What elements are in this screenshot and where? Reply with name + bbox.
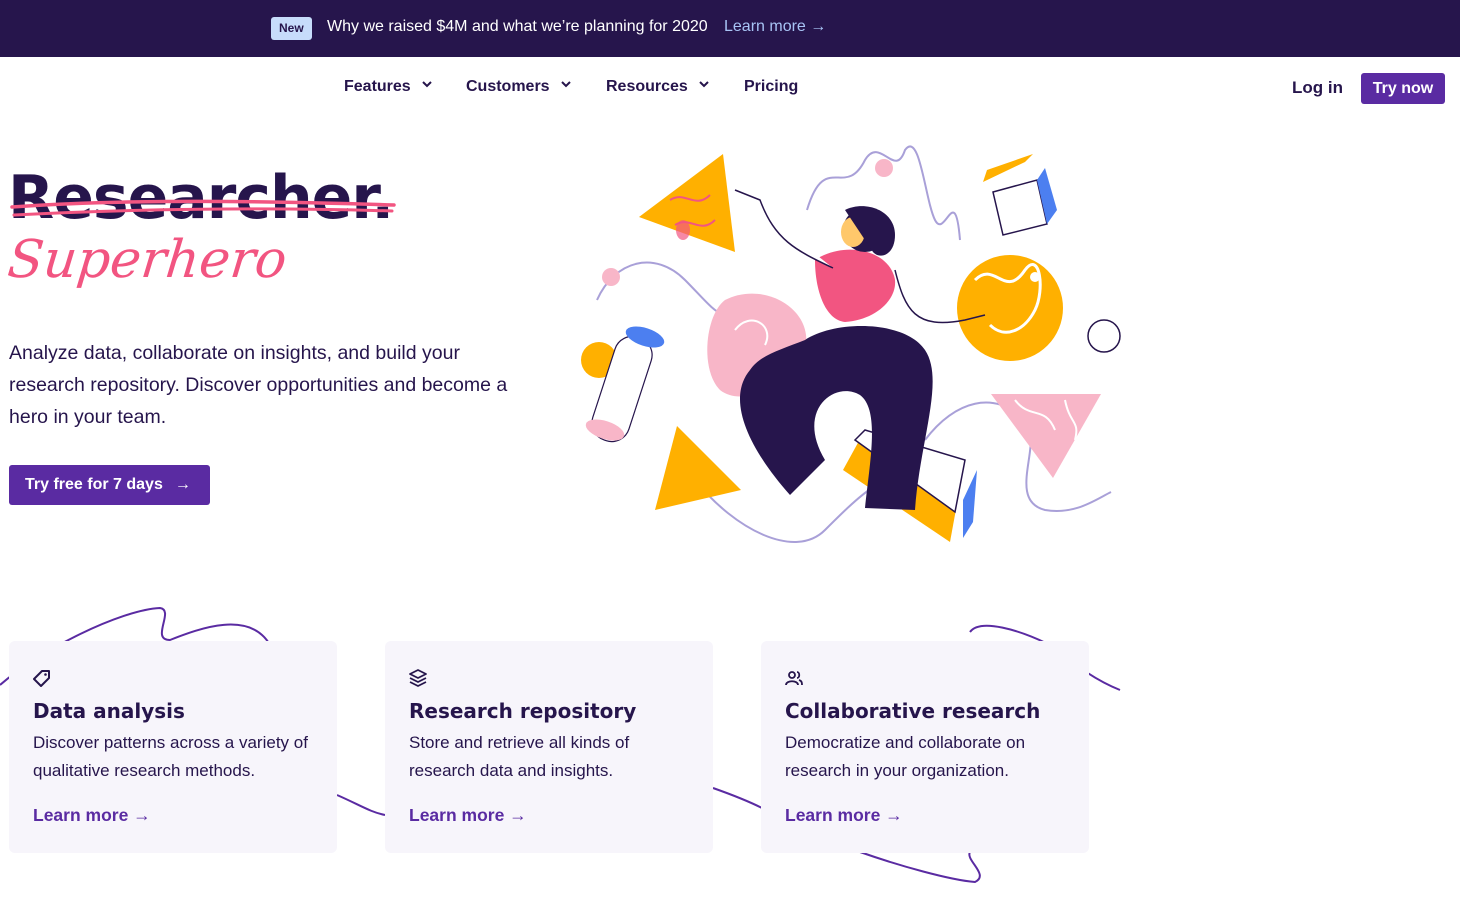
- hero-script-word: Superhero: [4, 230, 290, 290]
- layers-icon: [409, 669, 427, 687]
- announcement-learn-more-link[interactable]: Learn more →: [724, 18, 826, 36]
- nav-customers[interactable]: Customers: [466, 78, 571, 96]
- strikethrough-scribble: [10, 199, 396, 217]
- chevron-down-icon: [699, 80, 709, 88]
- card-title: Research repository: [409, 699, 637, 723]
- feature-card-data-analysis: Data analysis Discover patterns across a…: [9, 641, 337, 853]
- announcement-message: Why we raised $4M and what we’re plannin…: [327, 18, 708, 35]
- tag-icon: [33, 670, 50, 687]
- card-description: Discover patterns across a variety of qu…: [33, 733, 308, 780]
- card-description: Store and retrieve all kinds of research…: [409, 733, 630, 780]
- try-free-button[interactable]: Try free for 7 days →: [9, 465, 210, 505]
- announcement-bar: New Why we raised $4M and what we’re pla…: [0, 0, 1460, 57]
- hero-description: Analyze data, collaborate on insights, a…: [9, 342, 508, 428]
- card-title: Collaborative research: [785, 699, 1041, 723]
- chevron-down-icon: [560, 80, 571, 88]
- learn-more-link[interactable]: Learn more →: [33, 805, 151, 826]
- nav-pricing[interactable]: Pricing: [744, 78, 798, 96]
- nav-customers-label: Customers: [466, 78, 550, 95]
- nav-resources[interactable]: Resources: [606, 78, 709, 96]
- new-badge: New: [271, 17, 312, 40]
- learn-more-link[interactable]: Learn more →: [785, 805, 903, 826]
- nav-features[interactable]: Features: [344, 78, 432, 96]
- try-free-label: Try free for 7 days: [25, 476, 163, 493]
- nav-resources-label: Resources: [606, 78, 688, 95]
- nav-features-label: Features: [344, 78, 411, 95]
- try-now-button[interactable]: Try now: [1361, 73, 1445, 104]
- hero-illustration: [581, 145, 1121, 543]
- learn-more-link[interactable]: Learn more →: [409, 805, 527, 826]
- feature-card-collaborative-research: Collaborative research Democratize and c…: [761, 641, 1089, 853]
- feature-card-research-repository: Research repository Store and retrieve a…: [385, 641, 713, 853]
- login-link[interactable]: Log in: [1292, 78, 1343, 98]
- chevron-down-icon: [421, 80, 432, 88]
- card-description: Democratize and collaborate on research …: [785, 733, 1026, 780]
- users-icon: [785, 671, 803, 686]
- arrow-right-icon: →: [174, 476, 191, 493]
- card-title: Data analysis: [33, 699, 185, 723]
